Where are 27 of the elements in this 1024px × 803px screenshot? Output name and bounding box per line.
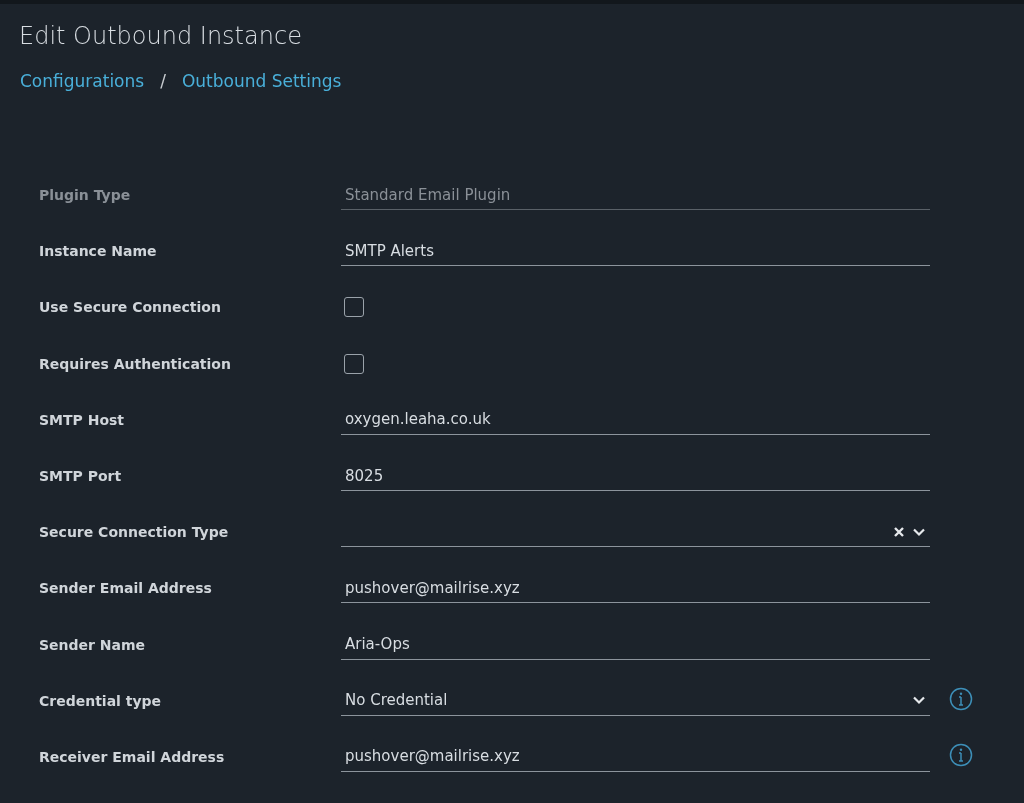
field-label: SMTP Host <box>39 411 126 428</box>
text-field[interactable]: 8025 <box>341 461 930 492</box>
text-field[interactable]: Aria-Ops <box>341 629 930 660</box>
field-label: Receiver Email Address <box>39 748 226 765</box>
field-label: SMTP Port <box>39 468 123 485</box>
info-icon[interactable] <box>949 686 973 711</box>
field-label: Instance Name <box>39 243 158 260</box>
clear-icon[interactable] <box>892 524 906 539</box>
text-field[interactable]: oxygen.leaha.co.uk <box>341 404 930 435</box>
field-label: Secure Connection Type <box>39 524 230 541</box>
field-label: Plugin Type <box>39 187 132 204</box>
text-field[interactable]: pushover@mailrise.xyz <box>341 741 930 772</box>
field-label: Sender Name <box>39 636 147 653</box>
breadcrumb-link[interactable]: Configurations <box>20 71 145 91</box>
breadcrumb-separator: / <box>160 71 166 91</box>
text-field[interactable]: SMTP Alerts <box>341 236 930 267</box>
text-field[interactable]: pushover@mailrise.xyz <box>341 573 930 604</box>
field-label: Use Secure Connection <box>39 299 222 316</box>
breadcrumb-link[interactable]: Outbound Settings <box>181 71 342 91</box>
checkbox[interactable] <box>344 353 364 374</box>
checkbox[interactable] <box>344 297 364 318</box>
field-label: Sender Email Address <box>39 580 213 597</box>
field-label: Credential type <box>39 692 163 709</box>
page-title: Edit Outbound Instance <box>19 21 303 52</box>
field-label: Requires Authentication <box>39 355 232 372</box>
info-icon[interactable] <box>949 742 973 767</box>
select-field[interactable]: No Credential <box>341 685 930 716</box>
